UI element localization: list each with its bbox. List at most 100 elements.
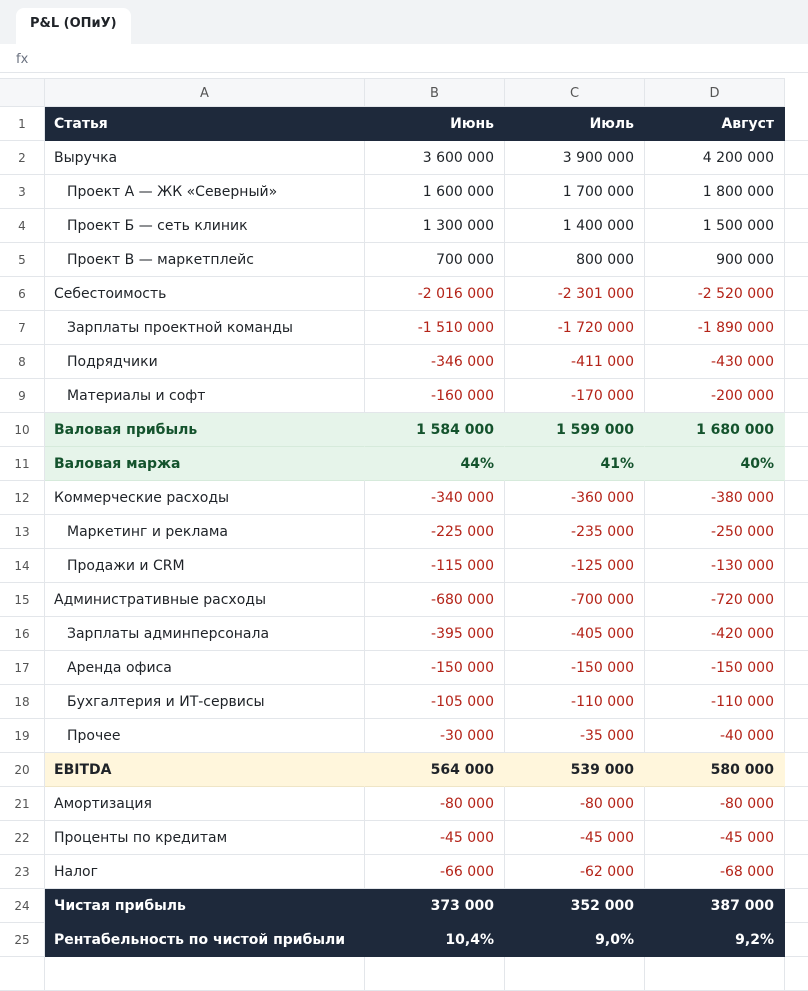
cell-june[interactable]: -150 000: [365, 651, 505, 685]
cell-june[interactable]: 1 600 000: [365, 175, 505, 209]
cell-july[interactable]: -411 000: [505, 345, 645, 379]
cell-june[interactable]: -340 000: [365, 481, 505, 515]
cell-july[interactable]: 3 900 000: [505, 141, 645, 175]
cell-june[interactable]: Июнь: [365, 107, 505, 141]
cell-july[interactable]: Июль: [505, 107, 645, 141]
row-header[interactable]: 14: [0, 549, 45, 583]
cell-june[interactable]: -45 000: [365, 821, 505, 855]
cell-july[interactable]: 539 000: [505, 753, 645, 787]
cell-item[interactable]: Налог: [45, 855, 365, 889]
cell-august[interactable]: 4 200 000: [645, 141, 785, 175]
cell-august[interactable]: Август: [645, 107, 785, 141]
cell-august[interactable]: 40%: [645, 447, 785, 481]
cell-item[interactable]: Зарплаты проектной команды: [45, 311, 365, 345]
cell-august[interactable]: [645, 957, 785, 991]
cell-june[interactable]: -680 000: [365, 583, 505, 617]
cell-august[interactable]: -380 000: [645, 481, 785, 515]
cell-july[interactable]: 800 000: [505, 243, 645, 277]
cell-august[interactable]: -250 000: [645, 515, 785, 549]
cell-item[interactable]: Себестоимость: [45, 277, 365, 311]
cell-august[interactable]: -130 000: [645, 549, 785, 583]
cell-july[interactable]: -405 000: [505, 617, 645, 651]
cell-item[interactable]: Рентабельность по чистой прибыли: [45, 923, 365, 957]
cell-item[interactable]: Статья: [45, 107, 365, 141]
cell-june[interactable]: 10,4%: [365, 923, 505, 957]
cell-item[interactable]: Аренда офиса: [45, 651, 365, 685]
cell-june[interactable]: 1 584 000: [365, 413, 505, 447]
cell-july[interactable]: -360 000: [505, 481, 645, 515]
cell-july[interactable]: -2 301 000: [505, 277, 645, 311]
cell-june[interactable]: -346 000: [365, 345, 505, 379]
cell-item[interactable]: Чистая прибыль: [45, 889, 365, 923]
row-header[interactable]: 24: [0, 889, 45, 923]
cell-item[interactable]: Коммерческие расходы: [45, 481, 365, 515]
cell-june[interactable]: -80 000: [365, 787, 505, 821]
cell-august[interactable]: 9,2%: [645, 923, 785, 957]
cell-august[interactable]: -40 000: [645, 719, 785, 753]
cell-june[interactable]: 564 000: [365, 753, 505, 787]
cell-august[interactable]: -200 000: [645, 379, 785, 413]
cell-item[interactable]: EBITDA: [45, 753, 365, 787]
cell-august[interactable]: -68 000: [645, 855, 785, 889]
cell-august[interactable]: 1 500 000: [645, 209, 785, 243]
cell-item[interactable]: Амортизация: [45, 787, 365, 821]
row-header[interactable]: 17: [0, 651, 45, 685]
row-header[interactable]: 2: [0, 141, 45, 175]
row-header[interactable]: 22: [0, 821, 45, 855]
formula-bar[interactable]: fx: [0, 44, 808, 73]
row-header[interactable]: 13: [0, 515, 45, 549]
column-header-a[interactable]: A: [45, 78, 365, 107]
cell-item[interactable]: Выручка: [45, 141, 365, 175]
cell-june[interactable]: [365, 957, 505, 991]
row-header[interactable]: 10: [0, 413, 45, 447]
column-header-d[interactable]: D: [645, 78, 785, 107]
row-header[interactable]: 7: [0, 311, 45, 345]
column-header-b[interactable]: B: [365, 78, 505, 107]
cell-august[interactable]: -2 520 000: [645, 277, 785, 311]
cell-august[interactable]: -80 000: [645, 787, 785, 821]
cell-august[interactable]: -150 000: [645, 651, 785, 685]
cell-item[interactable]: Проект Б — сеть клиник: [45, 209, 365, 243]
cell-july[interactable]: 1 700 000: [505, 175, 645, 209]
cell-july[interactable]: -45 000: [505, 821, 645, 855]
row-header[interactable]: 6: [0, 277, 45, 311]
cell-july[interactable]: -170 000: [505, 379, 645, 413]
row-header[interactable]: 12: [0, 481, 45, 515]
cell-june[interactable]: -395 000: [365, 617, 505, 651]
cell-june[interactable]: -2 016 000: [365, 277, 505, 311]
row-header[interactable]: 25: [0, 923, 45, 957]
cell-july[interactable]: -35 000: [505, 719, 645, 753]
cell-june[interactable]: 700 000: [365, 243, 505, 277]
row-header[interactable]: 3: [0, 175, 45, 209]
row-header[interactable]: 21: [0, 787, 45, 821]
row-header[interactable]: [0, 957, 45, 991]
cell-item[interactable]: Маркетинг и реклама: [45, 515, 365, 549]
row-header[interactable]: 23: [0, 855, 45, 889]
cell-july[interactable]: 1 400 000: [505, 209, 645, 243]
cell-august[interactable]: 580 000: [645, 753, 785, 787]
cell-july[interactable]: -62 000: [505, 855, 645, 889]
cell-august[interactable]: -45 000: [645, 821, 785, 855]
cell-item[interactable]: Проценты по кредитам: [45, 821, 365, 855]
cell-june[interactable]: 3 600 000: [365, 141, 505, 175]
cell-july[interactable]: -235 000: [505, 515, 645, 549]
cell-july[interactable]: 352 000: [505, 889, 645, 923]
column-header-c[interactable]: C: [505, 78, 645, 107]
cell-august[interactable]: 900 000: [645, 243, 785, 277]
cell-july[interactable]: -700 000: [505, 583, 645, 617]
cell-june[interactable]: 44%: [365, 447, 505, 481]
cell-july[interactable]: -1 720 000: [505, 311, 645, 345]
cell-item[interactable]: Подрядчики: [45, 345, 365, 379]
cell-june[interactable]: -30 000: [365, 719, 505, 753]
cell-august[interactable]: 1 680 000: [645, 413, 785, 447]
row-header[interactable]: 9: [0, 379, 45, 413]
row-header[interactable]: 1: [0, 107, 45, 141]
sheet-tab-pnl[interactable]: P&L (ОПиУ): [16, 8, 131, 44]
row-header[interactable]: 11: [0, 447, 45, 481]
cell-july[interactable]: 41%: [505, 447, 645, 481]
row-header[interactable]: 15: [0, 583, 45, 617]
cell-item[interactable]: Административные расходы: [45, 583, 365, 617]
cell-august[interactable]: -430 000: [645, 345, 785, 379]
cell-august[interactable]: -110 000: [645, 685, 785, 719]
row-header[interactable]: 19: [0, 719, 45, 753]
